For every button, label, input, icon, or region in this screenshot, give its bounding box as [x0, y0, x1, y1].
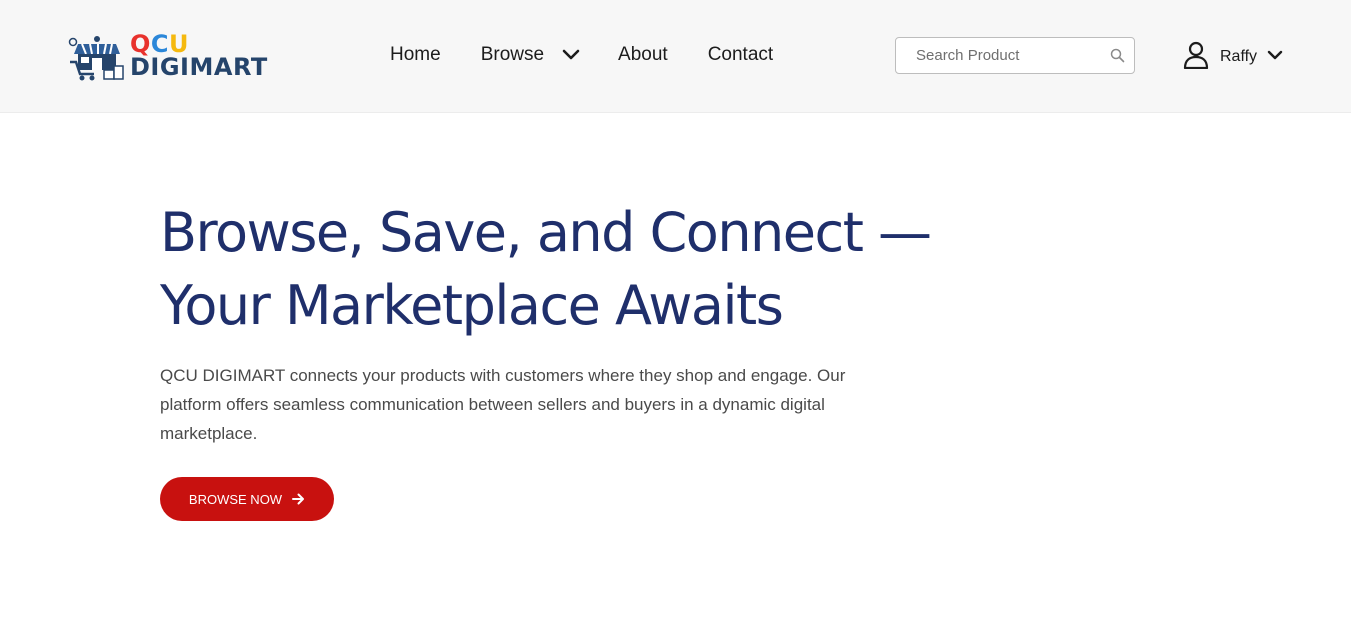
hero-title-line1: Browse, Save, and Connect — — [160, 201, 932, 264]
nav-contact-link[interactable]: Contact — [708, 44, 773, 66]
hero-title: Browse, Save, and Connect — Your Marketpl… — [160, 196, 980, 342]
nav-browse-dropdown[interactable]: Browse — [481, 44, 580, 66]
logo-text-digimart: DIGIMART — [130, 53, 268, 81]
browse-now-label: BROWSE NOW — [188, 491, 283, 507]
search-box — [895, 37, 1135, 74]
chevron-down-icon — [1267, 50, 1283, 59]
user-icon — [1183, 41, 1209, 69]
search-input[interactable] — [896, 38, 1106, 73]
browse-now-button[interactable]: BROWSE NOW — [160, 477, 334, 521]
main-nav: Home Browse About Contact — [390, 40, 773, 70]
nav-about-link[interactable]: About — [618, 44, 668, 66]
nav-home-label: Home — [390, 44, 441, 65]
arrow-right-icon — [292, 493, 305, 505]
hero-description: QCU DIGIMART connects your products with… — [160, 366, 846, 443]
store-logo-icon — [68, 36, 124, 81]
nav-about-label: About — [618, 44, 668, 65]
site-header: QCU DIGIMART Home Browse About Contact R… — [0, 0, 1351, 113]
nav-browse-label: Browse — [480, 44, 545, 65]
nav-home-link[interactable]: Home — [390, 44, 441, 66]
user-menu[interactable]: Raffy — [1183, 40, 1283, 70]
site-logo[interactable]: QCU DIGIMART — [68, 32, 304, 82]
search-icon[interactable] — [1110, 48, 1125, 63]
hero-title-line2: Your Marketplace Awaits — [160, 274, 784, 337]
nav-contact-label: Contact — [707, 44, 774, 65]
chevron-down-icon — [562, 49, 580, 60]
user-name: Raffy — [1220, 48, 1258, 65]
